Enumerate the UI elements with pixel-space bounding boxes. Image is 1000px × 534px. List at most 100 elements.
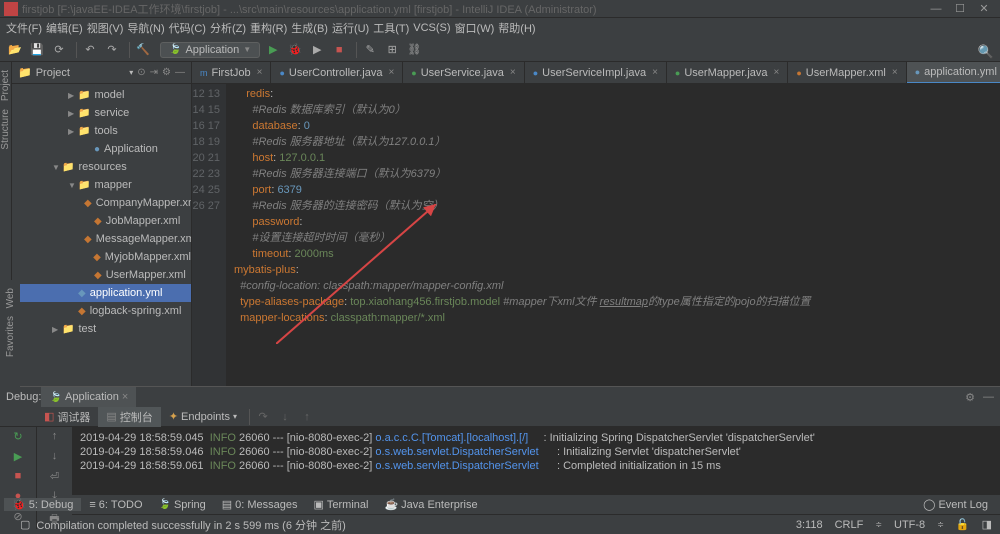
open-icon[interactable]: 📂 (6, 41, 24, 59)
down-icon[interactable]: ↓ (46, 450, 64, 468)
line-separator[interactable]: CRLF (835, 519, 864, 531)
debugger-tab[interactable]: ◧调试器 (36, 407, 98, 427)
hide-icon[interactable]: — (175, 67, 185, 78)
minimize-button[interactable]: — (924, 3, 948, 15)
coverage-icon[interactable]: ▶ (308, 41, 326, 59)
javaee-bottom-tab[interactable]: ☕Java Enterprise (376, 498, 485, 511)
project-tool-button[interactable]: Project (0, 70, 11, 101)
tree-item[interactable]: ▶📁test (12, 320, 191, 338)
editor-tabs: mFirstJob×●UserController.java×●UserServ… (192, 62, 1000, 84)
event-log-button[interactable]: ◯Event Log (915, 498, 996, 511)
tree-item[interactable]: ◆JobMapper.xml (12, 212, 191, 230)
step-out-icon[interactable]: ↑ (298, 408, 316, 426)
minimize-icon[interactable]: — (983, 391, 994, 403)
tree-item[interactable]: ▶📁tools (12, 122, 191, 140)
status-square-icon[interactable]: ▢ (20, 518, 30, 531)
tree-item[interactable]: ◆logback-spring.xml (12, 302, 191, 320)
editor[interactable]: 12 13 14 15 16 17 18 19 20 21 22 23 24 2… (192, 84, 1000, 386)
menu-item[interactable]: 文件(F) (6, 20, 42, 36)
menu-item[interactable]: 编辑(E) (46, 20, 83, 36)
editor-tab[interactable]: ●UserController.java× (271, 62, 403, 84)
target-icon[interactable]: ⊙ (137, 67, 145, 78)
hammer-icon[interactable]: 🔨 (134, 41, 152, 59)
undo-icon[interactable]: ↶ (81, 41, 99, 59)
maximize-button[interactable]: ☐ (948, 2, 972, 15)
menu-item[interactable]: 帮助(H) (498, 20, 535, 36)
debug-bottom-tab[interactable]: 🐞5:Debug (4, 498, 81, 511)
console-output[interactable]: 2019-04-29 18:58:59.045 INFO 26060 --- [… (72, 427, 1000, 529)
step-over-icon[interactable]: ↷ (254, 408, 272, 426)
app-icon (4, 2, 18, 16)
menu-item[interactable]: 视图(V) (87, 20, 124, 36)
inspector-icon[interactable]: ◨ (982, 518, 992, 531)
caret-position[interactable]: 3:118 (796, 519, 823, 531)
editor-tab[interactable]: mFirstJob× (192, 62, 271, 84)
file-encoding[interactable]: UTF-8 (894, 519, 925, 531)
editor-tab[interactable]: ●UserMapper.xml× (788, 62, 906, 84)
web-tool-button[interactable]: Web (5, 288, 16, 308)
debug-panel: Debug: 🍃 Application × ⚙ — ◧调试器 ▤控制台 ✦En… (0, 386, 1000, 494)
menu-bar: 文件(F)编辑(E)视图(V)导航(N) 代码(C)分析(Z)重构(R)生成(B)… (0, 18, 1000, 38)
run-icon[interactable]: ▶ (264, 41, 282, 59)
search-icon[interactable]: 🔍 (978, 44, 994, 60)
endpoints-tab[interactable]: ✦Endpoints ▾ (161, 407, 245, 427)
tree-item[interactable]: ▼📁mapper (12, 176, 191, 194)
menu-item[interactable]: 分析(Z) (210, 20, 246, 36)
redo-icon[interactable]: ↷ (103, 41, 121, 59)
tree-item[interactable]: ●Application (12, 140, 191, 158)
settings-icon[interactable]: ⚙ (162, 67, 171, 78)
menu-item[interactable]: 导航(N) (127, 20, 164, 36)
menu-item[interactable]: 运行(U) (332, 20, 369, 36)
window-title: firstjob [F:\javaEE-IDEA工作环境\firstjob] -… (22, 1, 597, 17)
tree-item[interactable]: ◆CompanyMapper.xml (12, 194, 191, 212)
wand-icon[interactable]: ✎ (361, 41, 379, 59)
collapse-icon[interactable]: ⇥ (150, 67, 158, 78)
menu-item[interactable]: 窗口(W) (455, 20, 495, 36)
menu-item[interactable]: 工具(T) (373, 20, 409, 36)
tree-item[interactable]: ◆application.yml (12, 284, 191, 302)
favorites-tool-button[interactable]: Favorites (5, 316, 16, 357)
status-message: Compilation completed successfully in 2 … (36, 517, 345, 533)
step-into-icon[interactable]: ↓ (276, 408, 294, 426)
console-tab[interactable]: ▤控制台 (98, 407, 160, 427)
project-panel: 📁 Project ▾ ⊙ ⇥ ⚙ — ▶📁model▶📁service▶📁to… (12, 62, 192, 386)
tree-item[interactable]: ◆MyjobMapper.xml (12, 248, 191, 266)
tree-item[interactable]: ▼📁resources (12, 158, 191, 176)
project-header: Project (36, 67, 128, 79)
stop-icon[interactable]: ■ (330, 41, 348, 59)
up-icon[interactable]: ↑ (46, 430, 64, 448)
run-config-selector[interactable]: 🍃 Application ▼ (160, 42, 260, 58)
menu-item[interactable]: VCS(S) (413, 22, 450, 34)
debug-app-tab[interactable]: 🍃 Application × (41, 387, 136, 407)
stop-icon[interactable]: ■ (9, 470, 27, 488)
profiler-icon[interactable]: ⊞ (383, 41, 401, 59)
resume-icon[interactable]: ▶ (9, 450, 27, 468)
editor-tab[interactable]: ●UserServiceImpl.java× (525, 62, 667, 84)
settings-icon[interactable]: ⛓ (405, 41, 423, 59)
todo-bottom-tab[interactable]: ≡6:TODO (81, 499, 150, 511)
rerun-icon[interactable]: ↻ (9, 430, 27, 448)
tree-item[interactable]: ◆MessageMapper.xml (12, 230, 191, 248)
debug-label: Debug: (6, 391, 41, 403)
editor-tab[interactable]: ●application.yml× (907, 62, 1000, 84)
menu-item[interactable]: 代码(C) (169, 20, 206, 36)
editor-tab[interactable]: ●UserMapper.java× (667, 62, 788, 84)
menu-item[interactable]: 生成(B) (291, 20, 328, 36)
terminal-bottom-tab[interactable]: ▣Terminal (305, 498, 376, 511)
close-button[interactable]: ✕ (972, 2, 996, 15)
tree-item[interactable]: ◆UserMapper.xml (12, 266, 191, 284)
gear-icon[interactable]: ⚙ (965, 391, 975, 404)
messages-bottom-tab[interactable]: ▤0:Messages (214, 498, 306, 511)
menu-item[interactable]: 重构(R) (250, 20, 287, 36)
leaf-icon: 🍃 (169, 44, 181, 55)
soft-wrap-icon[interactable]: ⏎ (46, 470, 64, 488)
debug-icon[interactable]: 🐞 (286, 41, 304, 59)
lock-icon[interactable]: 🔓 (956, 518, 970, 531)
spring-bottom-tab[interactable]: 🍃Spring (151, 499, 214, 511)
save-icon[interactable]: 💾 (28, 41, 46, 59)
editor-tab[interactable]: ●UserService.java× (403, 62, 524, 84)
refresh-icon[interactable]: ⟳ (50, 41, 68, 59)
tree-item[interactable]: ▶📁service (12, 104, 191, 122)
structure-tool-button[interactable]: Structure (0, 109, 11, 150)
tree-item[interactable]: ▶📁model (12, 86, 191, 104)
